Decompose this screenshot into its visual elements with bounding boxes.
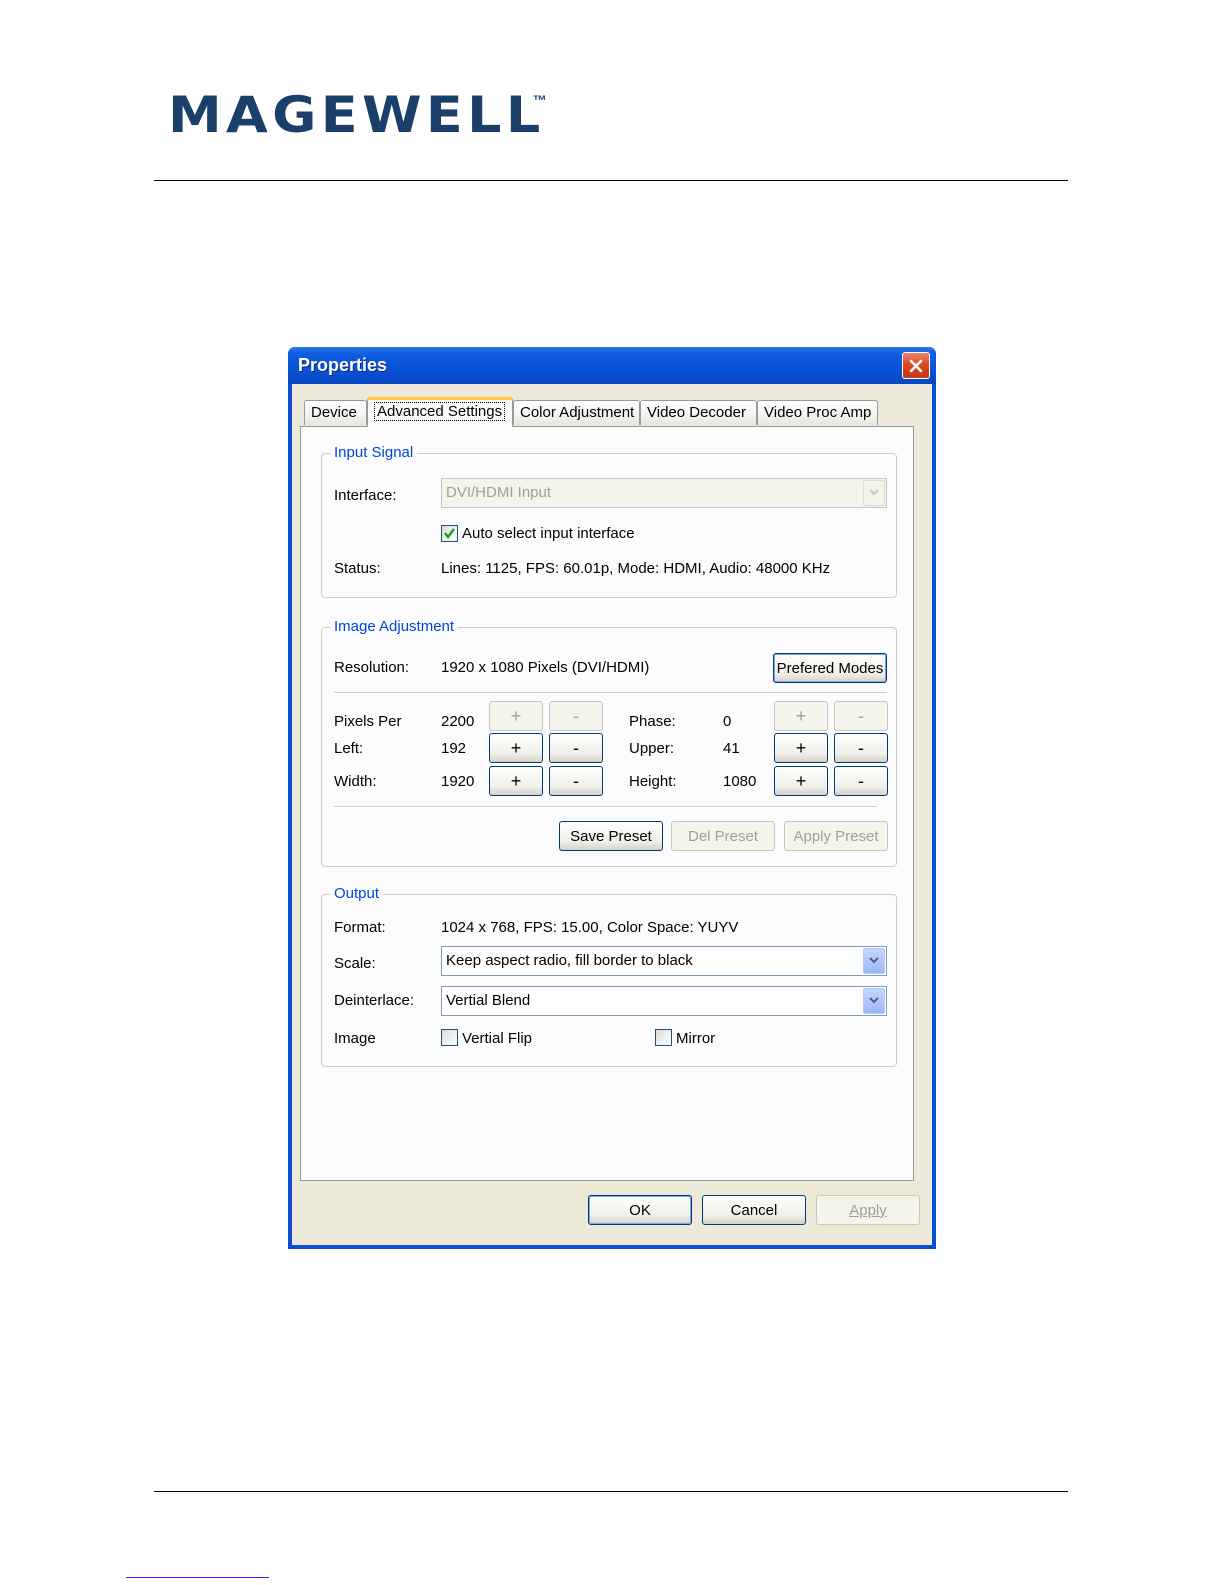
auto-select-label[interactable]: Auto select input interface (462, 525, 635, 542)
window-title: Properties (298, 355, 388, 375)
vertial-flip-checkbox[interactable] (441, 1029, 458, 1046)
dropdown-arrow (863, 480, 885, 506)
width-value: 1920 (441, 773, 475, 790)
tab-advanced-settings[interactable]: Advanced Settings (367, 397, 513, 427)
width-plus-button[interactable]: + (489, 766, 543, 796)
scale-select-value: Keep aspect radio, fill border to black (446, 952, 693, 969)
vertial-flip-label[interactable]: Vertial Flip (462, 1030, 532, 1047)
save-preset-button[interactable]: Save Preset (559, 821, 663, 851)
dropdown-arrow[interactable] (863, 948, 885, 974)
left-value: 192 (441, 740, 467, 757)
deinterlace-select-value: Vertial Blend (446, 992, 531, 1009)
tab-video-decoder[interactable]: Video Decoder (640, 400, 757, 425)
deinterlace-select[interactable]: Vertial Blend (441, 986, 887, 1016)
height-value: 1080 (723, 773, 757, 790)
height-label: Height: (629, 773, 677, 790)
pixels-per-value: 2200 (441, 713, 475, 730)
logo-wordmark: MAGEWELL (168, 86, 545, 144)
phase-plus-button[interactable]: + (774, 701, 828, 731)
scale-select[interactable]: Keep aspect radio, fill border to black (441, 946, 887, 976)
magewell-logo: MAGEWELL ™ (168, 90, 547, 140)
tab-device[interactable]: Device (304, 400, 367, 425)
interface-select[interactable]: DVI/HDMI Input (441, 478, 887, 508)
close-icon (909, 359, 923, 372)
cancel-button[interactable]: Cancel (702, 1195, 806, 1225)
group-title: Image Adjustment (330, 618, 459, 635)
divider (334, 692, 887, 694)
width-minus-button[interactable]: - (549, 766, 603, 796)
left-minus-button[interactable]: - (549, 733, 603, 763)
height-minus-button[interactable]: - (834, 766, 888, 796)
pixels-per-minus-button[interactable]: - (549, 701, 603, 731)
status-label: Status: (334, 560, 381, 577)
left-plus-button[interactable]: + (489, 733, 543, 763)
image-adjustment-group: Image Adjustment Resolution: 1920 x 1080… (321, 618, 897, 867)
upper-minus-button[interactable]: - (834, 733, 888, 763)
properties-dialog: Properties Device Advanced Settings Colo… (288, 347, 936, 1249)
chevron-down-icon (869, 997, 879, 1004)
status-value: Lines: 1125, FPS: 60.01p, Mode: HDMI, Au… (441, 560, 831, 577)
upper-value: 41 (723, 740, 740, 757)
pixels-per-label: Pixels Per (334, 713, 402, 730)
header-rule (154, 180, 1068, 181)
apply-button[interactable]: Apply (816, 1195, 920, 1225)
chevron-down-icon (869, 489, 879, 496)
dropdown-arrow[interactable] (863, 988, 885, 1014)
scale-label: Scale: (334, 955, 376, 972)
footer-rule (154, 1491, 1068, 1492)
format-value: 1024 x 768, FPS: 15.00, Color Space: YUY… (441, 919, 739, 936)
group-title: Output (330, 885, 384, 902)
tab-video-proc-amp[interactable]: Video Proc Amp (757, 400, 878, 425)
input-signal-group: Input Signal Interface: DVI/HDMI Input A… (321, 444, 897, 598)
resolution-value: 1920 x 1080 Pixels (DVI/HDMI) (441, 659, 650, 676)
prefered-modes-button[interactable]: Prefered Modes (773, 653, 887, 683)
phase-minus-button[interactable]: - (834, 701, 888, 731)
chevron-down-icon (869, 957, 879, 964)
close-button[interactable] (902, 352, 930, 379)
mirror-checkbox[interactable] (655, 1029, 672, 1046)
left-label: Left: (334, 740, 364, 757)
image-label: Image (334, 1030, 376, 1047)
footnote-rule (126, 1577, 269, 1578)
ok-button[interactable]: OK (588, 1195, 692, 1225)
format-label: Format: (334, 919, 386, 936)
dialog-client-area: Device Advanced Settings Color Adjustmen… (292, 384, 932, 1245)
height-plus-button[interactable]: + (774, 766, 828, 796)
phase-value: 0 (723, 713, 732, 730)
interface-label: Interface: (334, 487, 397, 504)
upper-label: Upper: (629, 740, 675, 757)
del-preset-button[interactable]: Del Preset (671, 821, 775, 851)
resolution-label: Resolution: (334, 659, 410, 676)
divider (334, 806, 877, 808)
pixels-per-plus-button[interactable]: + (489, 701, 543, 731)
title-bar[interactable]: Properties (288, 347, 936, 384)
output-group: Output Format: 1024 x 768, FPS: 15.00, C… (321, 885, 897, 1067)
phase-label: Phase: (629, 713, 676, 730)
interface-select-value: DVI/HDMI Input (446, 484, 552, 501)
deinterlace-label: Deinterlace: (334, 992, 415, 1009)
group-title: Input Signal (330, 444, 418, 461)
tab-color-adjustment[interactable]: Color Adjustment (513, 400, 640, 425)
upper-plus-button[interactable]: + (774, 733, 828, 763)
apply-preset-button[interactable]: Apply Preset (784, 821, 888, 851)
mirror-label[interactable]: Mirror (676, 1030, 715, 1047)
auto-select-checkbox[interactable] (441, 525, 458, 542)
width-label: Width: (334, 773, 377, 790)
checkmark-icon (444, 528, 455, 539)
advanced-settings-panel: Input Signal Interface: DVI/HDMI Input A… (300, 426, 914, 1181)
